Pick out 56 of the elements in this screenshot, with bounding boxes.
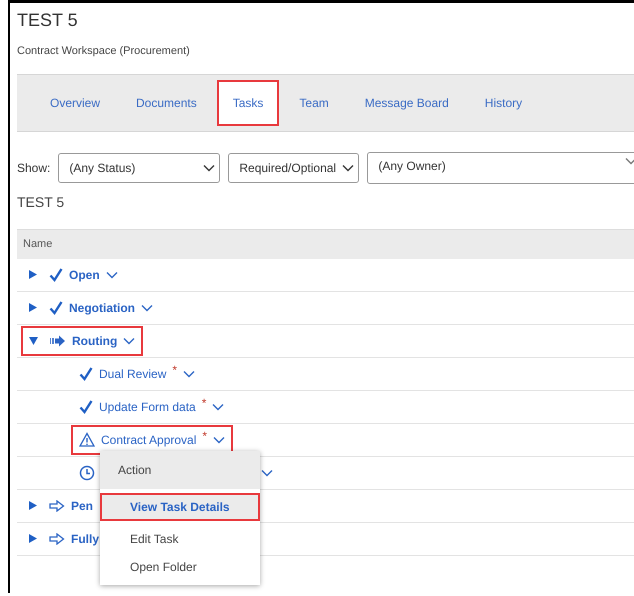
tab[interactable]: Team <box>283 80 345 126</box>
collapse-icon[interactable] <box>29 336 38 344</box>
menu-item[interactable]: Open Folder <box>100 552 260 580</box>
menu-item[interactable]: View Task Details <box>100 492 260 520</box>
expand-icon[interactable] <box>29 303 37 312</box>
arrow-icon <box>49 500 65 512</box>
required-mark: * <box>172 362 178 378</box>
stage-link[interactable]: Routing <box>72 332 118 350</box>
expand-icon[interactable] <box>29 270 37 279</box>
show-label: Show: <box>17 160 50 176</box>
tab[interactable]: Tasks <box>216 80 280 126</box>
page-title: TEST 5 <box>17 9 79 31</box>
expand-icon[interactable] <box>29 501 37 510</box>
column-header: Name <box>23 236 52 252</box>
clock-icon <box>79 464 95 480</box>
chevron-icon[interactable] <box>213 436 226 444</box>
section-title: TEST 5 <box>17 192 66 212</box>
tab[interactable]: Overview <box>34 80 116 126</box>
dropdown-value: (Any Owner) <box>378 158 446 174</box>
tab[interactable]: Message Board <box>348 80 465 126</box>
chevron-icon[interactable] <box>123 336 136 344</box>
menu-header: Action <box>100 450 260 488</box>
menu-item[interactable]: Edit Task <box>100 524 260 552</box>
warning-icon <box>79 432 95 447</box>
required-mark: * <box>202 394 206 412</box>
check-icon <box>79 400 93 414</box>
dropdown[interactable]: (Any Status) <box>58 152 220 182</box>
arrow-icon <box>49 532 65 544</box>
chevron-icon <box>342 164 354 172</box>
dropdown-value: (Any Status) <box>69 160 136 176</box>
chevron-icon[interactable] <box>261 468 273 476</box>
tab[interactable]: Documents <box>120 80 213 126</box>
task-link[interactable]: Contract Approval <box>101 430 196 448</box>
chevron-icon[interactable] <box>106 270 118 278</box>
required-mark: * <box>202 428 208 444</box>
arrow-icon <box>50 334 66 346</box>
check-icon <box>49 268 63 282</box>
dropdown[interactable]: (Any Owner) <box>367 152 634 184</box>
stage-link[interactable]: Fully <box>71 530 100 548</box>
stage-link[interactable]: Negotiation <box>69 298 135 316</box>
check-icon <box>79 366 93 380</box>
chevron-icon[interactable] <box>141 304 153 312</box>
stage-link[interactable]: Open <box>69 266 100 284</box>
task-link[interactable]: Dual Review <box>99 364 166 382</box>
expand-icon[interactable] <box>29 534 37 543</box>
chevron-icon[interactable] <box>183 370 196 378</box>
stage-link[interactable]: Pen <box>71 496 94 514</box>
dropdown[interactable]: Required/Optional <box>228 152 360 182</box>
tab[interactable]: History <box>468 80 538 126</box>
task-link[interactable]: Update Form data <box>99 398 196 416</box>
chevron-icon[interactable] <box>212 402 224 410</box>
dropdown-value: Required/Optional <box>239 160 336 176</box>
check-icon <box>49 300 63 314</box>
chevron-icon <box>625 156 634 164</box>
page-subtitle: Contract Workspace (Procurement) <box>17 44 191 59</box>
chevron-icon <box>203 164 216 172</box>
